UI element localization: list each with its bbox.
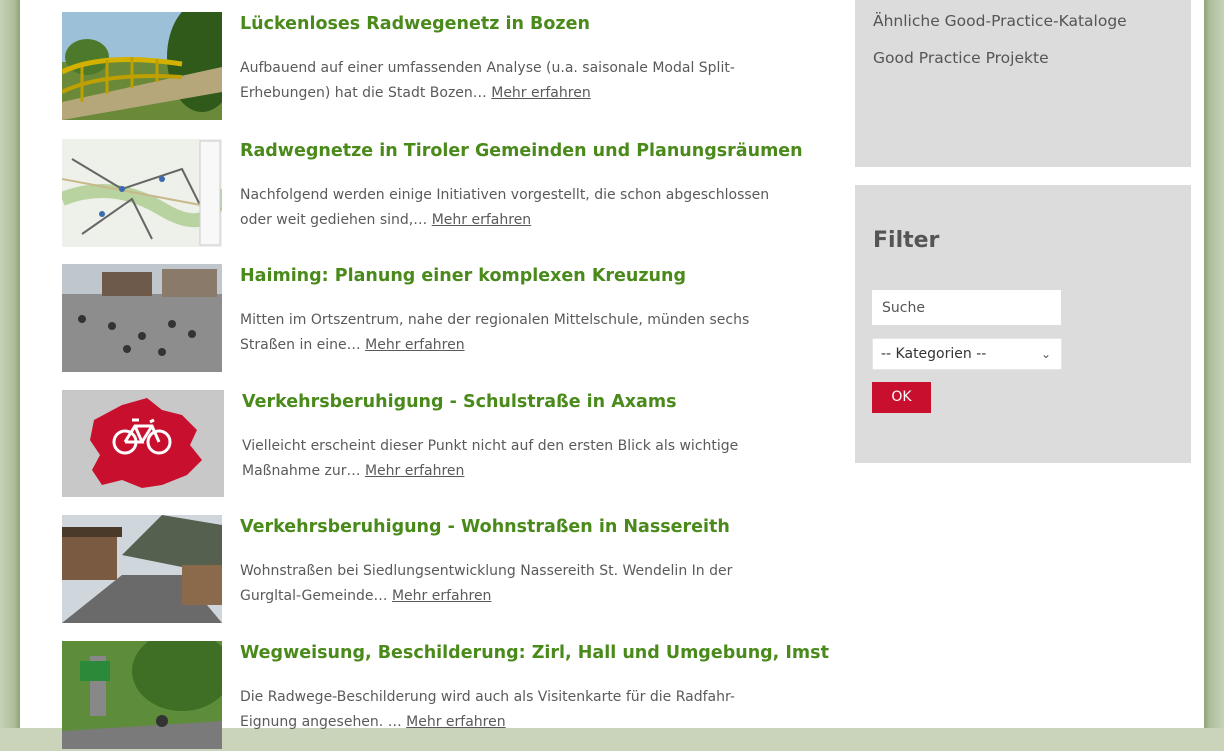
ok-button[interactable]: OK [872, 382, 931, 413]
related-links-box: Ähnliche Good-Practice-Kataloge Good Pra… [855, 0, 1191, 167]
list-item: Verkehrsberuhigung - Schulstraße in Axam… [62, 390, 782, 500]
sidebar-link-kataloge[interactable]: Ähnliche Good-Practice-Kataloge [873, 12, 1127, 30]
search-input[interactable] [872, 290, 1061, 325]
read-more-link[interactable]: Mehr erfahren [392, 588, 491, 604]
entry-title[interactable]: Verkehrsberuhigung - Schulstraße in Axam… [242, 392, 677, 412]
filter-heading: Filter [873, 228, 940, 253]
sidebar-link-projekte[interactable]: Good Practice Projekte [873, 49, 1049, 67]
thumbnail-crossing[interactable] [62, 264, 222, 372]
list-item: Radwegnetze in Tiroler Gemeinden und Pla… [62, 139, 803, 249]
entry-excerpt-text: Mitten im Ortszentrum, nahe der regional… [240, 312, 750, 353]
page-content: Lückenloses Radwegenetz in Bozen Aufbaue… [20, 0, 1204, 749]
page-border-left [0, 0, 20, 728]
list-item: Verkehrsberuhigung - Wohnstraßen in Nass… [62, 515, 782, 625]
entry-excerpt-text: Aufbauend auf einer umfassenden Analyse … [240, 60, 735, 101]
thumbnail-bridge[interactable] [62, 12, 222, 120]
entry-title[interactable]: Lückenloses Radwegenetz in Bozen [240, 14, 590, 34]
entry-excerpt: Wohnstraßen bei Siedlungsentwicklung Nas… [240, 559, 780, 609]
entry-title[interactable]: Verkehrsberuhigung - Wohnstraßen in Nass… [240, 517, 730, 537]
list-item: Lückenloses Radwegenetz in Bozen Aufbaue… [62, 12, 782, 122]
thumbnail-bicycle-region[interactable] [62, 390, 224, 497]
category-select-value: -- Kategorien -- [881, 346, 987, 362]
thumbnail-signage[interactable] [62, 641, 222, 749]
read-more-link[interactable]: Mehr erfahren [491, 85, 590, 101]
entry-excerpt: Nachfolgend werden einige Initiativen vo… [240, 183, 780, 233]
read-more-link[interactable]: Mehr erfahren [365, 337, 464, 353]
thumbnail-street[interactable] [62, 515, 222, 623]
category-select[interactable]: -- Kategorien -- ⌄ [872, 338, 1062, 370]
thumbnail-map[interactable] [62, 139, 222, 247]
chevron-down-icon: ⌄ [1040, 347, 1051, 361]
list-item: Wegweisung, Beschilderung: Zirl, Hall un… [62, 641, 829, 751]
entry-excerpt-text: Vielleicht erscheint dieser Punkt nicht … [242, 438, 739, 479]
list-item: Haiming: Planung einer komplexen Kreuzun… [62, 264, 782, 374]
entry-excerpt: Aufbauend auf einer umfassenden Analyse … [240, 56, 780, 106]
read-more-link[interactable]: Mehr erfahren [365, 463, 464, 479]
page-border-right [1204, 0, 1224, 728]
entry-title[interactable]: Haiming: Planung einer komplexen Kreuzun… [240, 266, 686, 286]
entry-excerpt: Vielleicht erscheint dieser Punkt nicht … [242, 434, 782, 484]
filter-box: Filter -- Kategorien -- ⌄ OK [855, 185, 1191, 463]
entry-title[interactable]: Wegweisung, Beschilderung: Zirl, Hall un… [240, 643, 829, 663]
entry-title[interactable]: Radwegnetze in Tiroler Gemeinden und Pla… [240, 141, 803, 161]
read-more-link[interactable]: Mehr erfahren [432, 212, 531, 228]
entry-excerpt: Mitten im Ortszentrum, nahe der regional… [240, 308, 780, 358]
